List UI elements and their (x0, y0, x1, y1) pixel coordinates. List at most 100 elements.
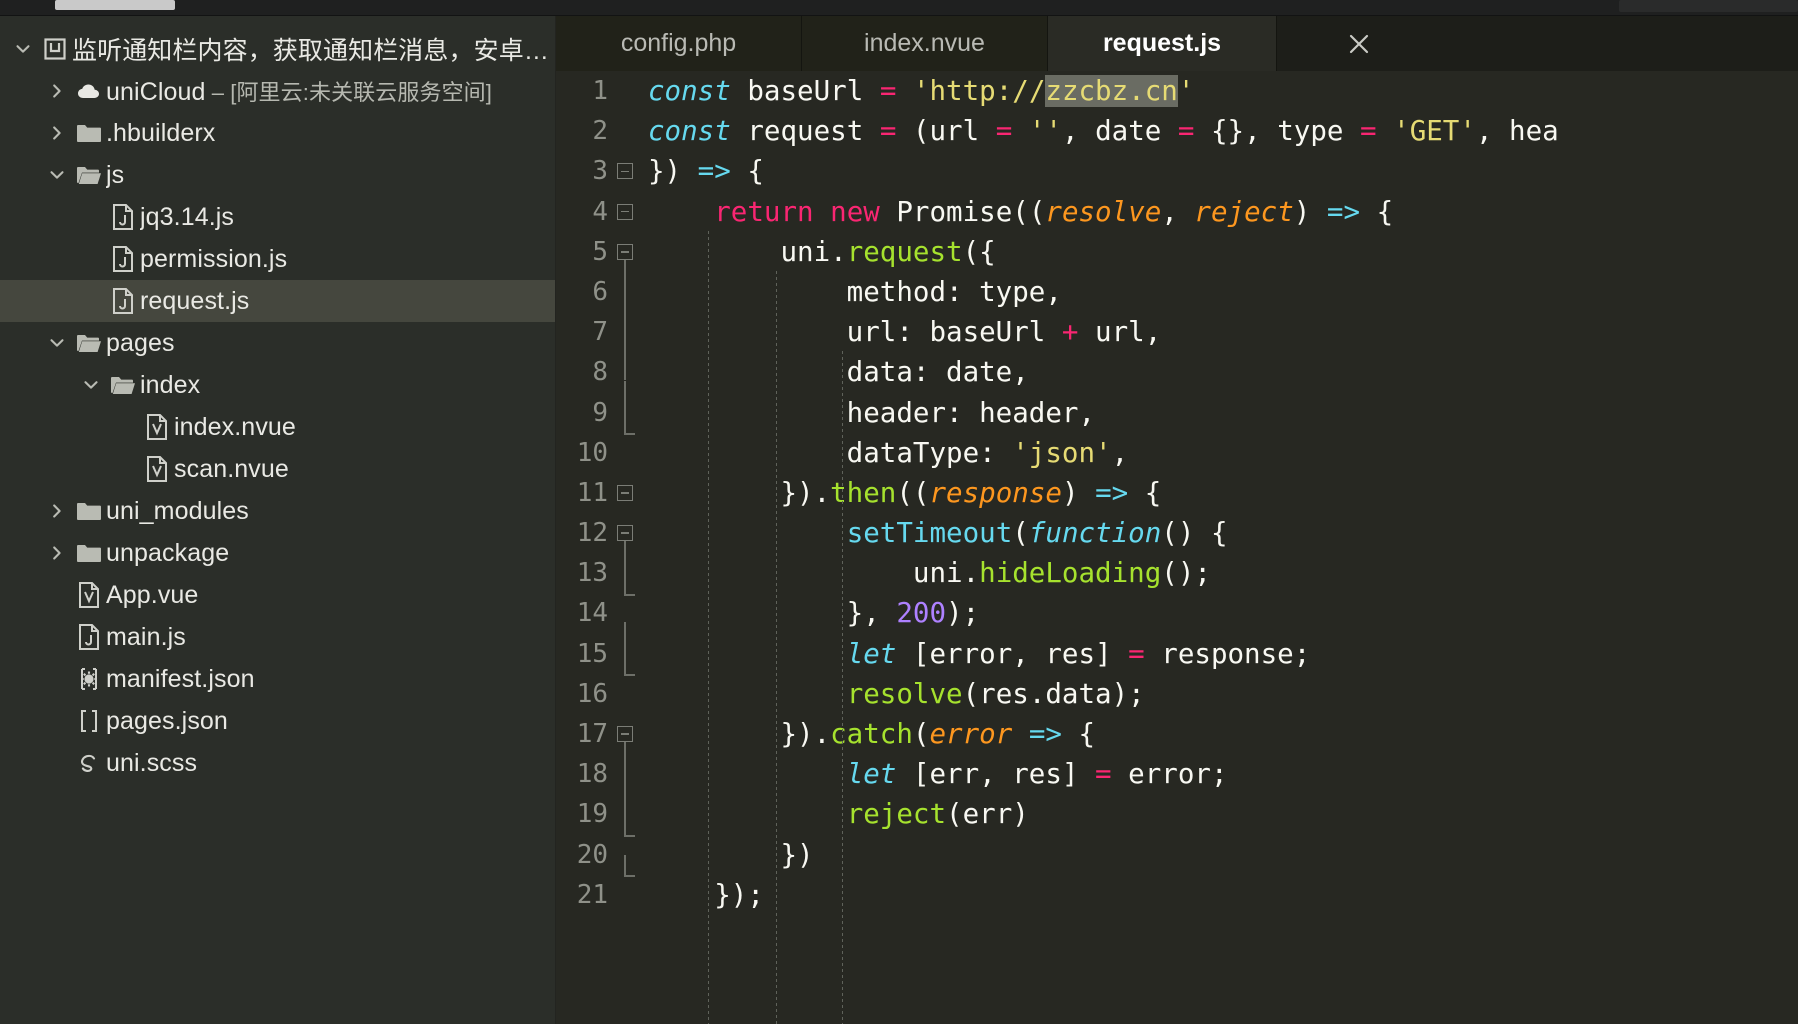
browser-tab-stub[interactable] (55, 0, 175, 10)
code-line-text: }).then((response) => { (642, 473, 1798, 513)
scss-file-icon (72, 750, 106, 776)
project-icon (38, 37, 72, 61)
code-line[interactable]: 21 }); (556, 875, 1798, 915)
tree-item-label: uni_modules (106, 497, 249, 526)
code-line[interactable]: 10 dataType: 'json', (556, 433, 1798, 473)
line-number: 1 (556, 71, 608, 111)
fold-collapse-icon[interactable] (608, 204, 642, 220)
tree-item-suffix: – [阿里云:未关联云服务空间] (205, 80, 492, 105)
code-line[interactable]: 7 url: baseUrl + url, (556, 312, 1798, 352)
code-line[interactable]: 18 let [err, res] = error; (556, 754, 1798, 794)
code-line[interactable]: 5 uni.request({ (556, 232, 1798, 272)
line-number: 6 (556, 272, 608, 312)
chevron-right-icon[interactable] (42, 502, 72, 520)
tree-item-jq3.14.js[interactable]: jq3.14.js (0, 196, 556, 238)
code-line-text: dataType: 'json', (642, 433, 1798, 473)
code-line[interactable]: 19 reject(err) (556, 794, 1798, 834)
editor-tab-configphp[interactable]: config.php (556, 16, 802, 71)
code-line[interactable]: 2const request = (url = '', date = {}, t… (556, 111, 1798, 151)
js-file-icon (106, 204, 140, 230)
code-line[interactable]: 4 return new Promise((resolve, reject) =… (556, 192, 1798, 232)
code-line[interactable]: 13 uni.hideLoading(); (556, 553, 1798, 593)
tab-label: config.php (621, 29, 736, 58)
tree-item-label: permission.js (140, 245, 287, 274)
project-file-tree[interactable]: 监听通知栏内容，获取通知栏消息，安卓原…uniCloud – [阿里云:未关联云… (0, 28, 556, 784)
tree-item-pages.json[interactable]: pages.json (0, 700, 556, 742)
code-line[interactable]: 1const baseUrl = 'http://zzcbz.cn' (556, 71, 1798, 111)
tree-item-app.vue[interactable]: App.vue (0, 574, 556, 616)
manifest-gear-icon (72, 666, 106, 692)
code-line[interactable]: 14 }, 200); (556, 593, 1798, 633)
line-number: 4 (556, 192, 608, 232)
tree-item-label: uni.scss (106, 749, 197, 778)
line-number: 14 (556, 593, 608, 633)
vue-file-icon (72, 582, 106, 608)
tree-item-label: index (140, 371, 200, 400)
chevron-right-icon[interactable] (42, 124, 72, 142)
tree-item-unpackage[interactable]: unpackage (0, 532, 556, 574)
fold-collapse-icon[interactable] (608, 726, 642, 742)
line-number: 3 (556, 151, 608, 191)
tree-item-uni.scss[interactable]: uni.scss (0, 742, 556, 784)
code-line[interactable]: 3}) => { (556, 151, 1798, 191)
line-number: 9 (556, 393, 608, 433)
code-viewport[interactable]: 1const baseUrl = 'http://zzcbz.cn'2const… (556, 71, 1798, 1024)
code-line[interactable]: 20 }) (556, 835, 1798, 875)
fold-collapse-icon[interactable] (608, 244, 642, 260)
fold-collapse-icon[interactable] (608, 163, 642, 179)
line-number: 11 (556, 473, 608, 513)
fold-collapse-icon[interactable] (608, 485, 642, 501)
code-line[interactable]: 15 let [error, res] = response; (556, 634, 1798, 674)
tree-item-label: request.js (140, 287, 249, 316)
window-chrome-strip (0, 0, 1798, 16)
editor-tab-requestjs[interactable]: request.js (1048, 16, 1277, 71)
tree-item-pages[interactable]: pages (0, 322, 556, 364)
tree-item-scan.nvue[interactable]: scan.nvue (0, 448, 556, 490)
code-line[interactable]: 11 }).then((response) => { (556, 473, 1798, 513)
editor-tab-bar[interactable]: config.php index.nvuerequest.js (556, 16, 1798, 71)
project-explorer-sidebar[interactable]: 监听通知栏内容，获取通知栏消息，安卓原…uniCloud – [阿里云:未关联云… (0, 16, 556, 1024)
tree-item-main.js[interactable]: main.js (0, 616, 556, 658)
close-icon[interactable] (1342, 27, 1376, 61)
tree-item-index[interactable]: index (0, 364, 556, 406)
fold-collapse-icon[interactable] (608, 525, 642, 541)
code-content[interactable]: 1const baseUrl = 'http://zzcbz.cn'2const… (556, 71, 1798, 1024)
tree-item-permission.js[interactable]: permission.js (0, 238, 556, 280)
tree-item-unicloud[interactable]: uniCloud – [阿里云:未关联云服务空间] (0, 70, 556, 112)
chevron-down-icon[interactable] (76, 376, 106, 394)
chevron-right-icon[interactable] (42, 544, 72, 562)
folder-icon (72, 500, 106, 522)
vue-file-icon (140, 414, 174, 440)
code-line-text: }) (642, 835, 1798, 875)
chevron-down-icon[interactable] (42, 166, 72, 184)
editor-tab-indexnvue[interactable]: index.nvue (802, 16, 1048, 71)
tree-item-.hbuilderx[interactable]: .hbuilderx (0, 112, 556, 154)
tree-item-manifest.json[interactable]: manifest.json (0, 658, 556, 700)
tree-item-label: pages (106, 329, 175, 358)
tree-item-index.nvue[interactable]: index.nvue (0, 406, 556, 448)
tree-item-label: scan.nvue (174, 455, 289, 484)
tree-item-label: 监听通知栏内容，获取通知栏消息，安卓原… (72, 31, 556, 67)
code-line-text: reject(err) (642, 794, 1798, 834)
js-file-icon (72, 624, 106, 650)
line-number: 16 (556, 674, 608, 714)
code-line-text: return new Promise((resolve, reject) => … (642, 192, 1798, 232)
chevron-down-icon[interactable] (8, 40, 38, 58)
tree-item-[interactable]: 监听通知栏内容，获取通知栏消息，安卓原… (0, 28, 556, 70)
tree-item-uni_modules[interactable]: uni_modules (0, 490, 556, 532)
code-line[interactable]: 6 method: type, (556, 272, 1798, 312)
hbuilderx-window: 监听通知栏内容，获取通知栏消息，安卓原…uniCloud – [阿里云:未关联云… (0, 0, 1798, 1024)
code-line-text: }, 200); (642, 593, 1798, 633)
window-controls-stub[interactable] (1619, 0, 1798, 12)
code-line[interactable]: 12 setTimeout(function() { (556, 513, 1798, 553)
chevron-down-icon[interactable] (42, 334, 72, 352)
tree-item-js[interactable]: js (0, 154, 556, 196)
folder-icon (72, 542, 106, 564)
code-line[interactable]: 8 data: date, (556, 352, 1798, 392)
code-line[interactable]: 9 header: header, (556, 393, 1798, 433)
chevron-right-icon[interactable] (42, 82, 72, 100)
code-line[interactable]: 17 }).catch(error => { (556, 714, 1798, 754)
tree-item-request.js[interactable]: request.js (0, 280, 556, 322)
code-line-text: let [error, res] = response; (642, 634, 1798, 674)
code-line[interactable]: 16 resolve(res.data); (556, 674, 1798, 714)
